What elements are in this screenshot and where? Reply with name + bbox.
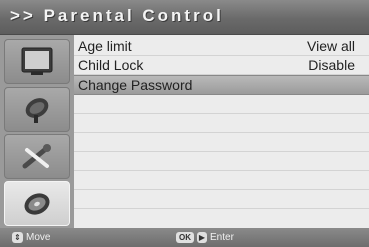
satellite-dish-icon bbox=[25, 98, 49, 123]
empty-row bbox=[74, 114, 369, 133]
up-down-arrow-icon: ⇕ bbox=[12, 232, 23, 243]
empty-row bbox=[74, 133, 369, 152]
title-bar: >> Parental Control bbox=[0, 0, 369, 35]
change-password-label: Change Password bbox=[78, 77, 193, 93]
parental-control-screen: >> Parental Control Age limit View all C… bbox=[0, 0, 369, 247]
empty-row bbox=[74, 152, 369, 171]
sidebar-item-tools[interactable] bbox=[4, 134, 70, 179]
move-label: Move bbox=[26, 232, 51, 243]
menu-row-age-limit[interactable]: Age limit View all bbox=[74, 37, 369, 56]
sidebar-item-tv[interactable] bbox=[4, 39, 70, 84]
enter-label: Enter bbox=[210, 232, 234, 243]
right-arrow-icon: ▶ bbox=[197, 232, 207, 243]
page-title: >> Parental Control bbox=[10, 6, 224, 25]
age-limit-value: View all bbox=[307, 38, 355, 54]
sidebar-item-satellite[interactable] bbox=[4, 87, 70, 132]
ok-key-icon: OK bbox=[176, 232, 194, 243]
enter-hint: OK ▶ Enter bbox=[176, 231, 234, 244]
menu-row-change-password[interactable]: Change Password bbox=[74, 75, 369, 95]
category-sidebar bbox=[0, 35, 74, 228]
move-hint: ⇕ Move bbox=[12, 231, 50, 244]
empty-row bbox=[74, 171, 369, 190]
child-lock-value: Disable bbox=[308, 57, 355, 73]
empty-row bbox=[74, 190, 369, 209]
menu-row-child-lock[interactable]: Child Lock Disable bbox=[74, 56, 369, 75]
child-lock-label: Child Lock bbox=[78, 57, 144, 73]
tools-icon bbox=[22, 144, 51, 169]
tv-icon bbox=[21, 47, 53, 75]
menu-list: Age limit View all Child Lock Disable Ch… bbox=[74, 35, 369, 228]
empty-row bbox=[74, 95, 369, 114]
age-limit-label: Age limit bbox=[78, 38, 132, 54]
footer-hints: ⇕ Move OK ▶ Enter bbox=[0, 228, 369, 247]
cd-icon bbox=[24, 193, 50, 215]
sidebar-item-disc[interactable] bbox=[4, 181, 70, 226]
